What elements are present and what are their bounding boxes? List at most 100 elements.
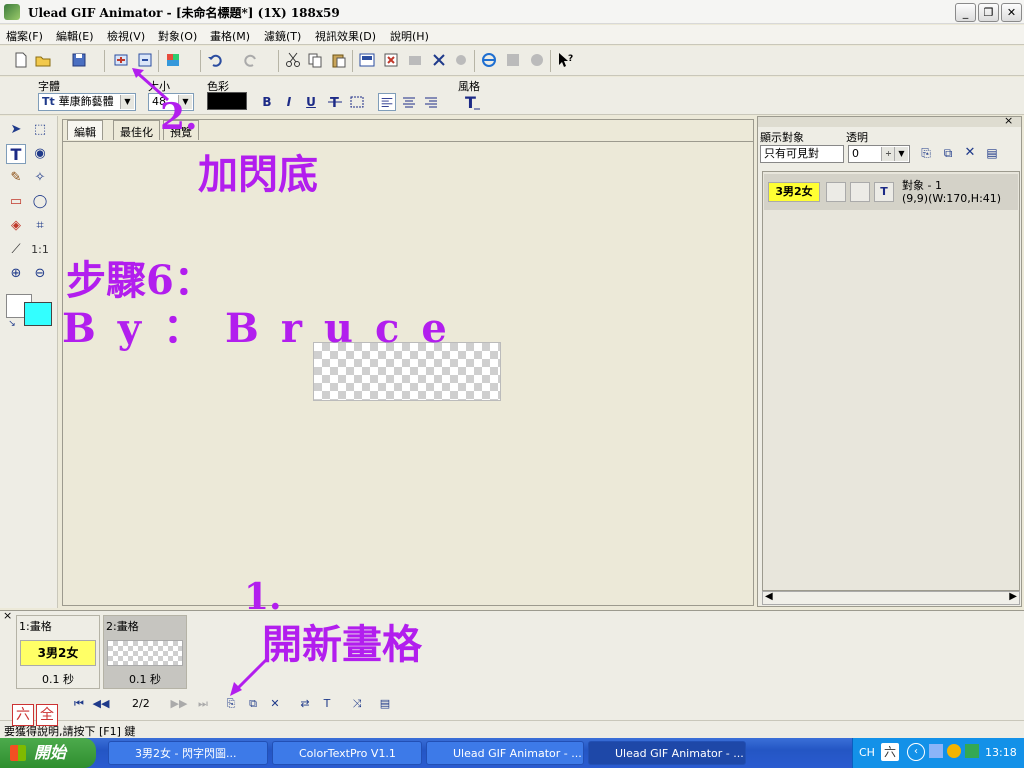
reverse-frames-icon[interactable]: ⤨ — [348, 695, 366, 713]
swap-colors-icon[interactable]: ↘ — [2, 314, 22, 334]
language-indicator[interactable]: CH — [859, 746, 875, 759]
pointer-tool-icon[interactable]: ➤ — [6, 120, 26, 140]
banner-text-icon[interactable]: T — [318, 695, 336, 713]
paste-icon[interactable] — [330, 51, 348, 69]
prev-frame-icon[interactable]: ◀◀ — [92, 695, 110, 713]
show-objects-label: 顯示對象 — [760, 131, 804, 144]
close-x-icon[interactable] — [430, 51, 448, 69]
chevron-left-icon[interactable]: ‹ — [907, 743, 925, 761]
frame-label: 1:畫格 — [19, 620, 52, 633]
delete-frame-icon[interactable] — [382, 51, 400, 69]
menu-effects[interactable]: 視訊效果(D) — [315, 28, 376, 44]
restore-button[interactable]: ❐ — [978, 3, 999, 22]
scroll-left-icon[interactable]: ◀ — [765, 591, 773, 602]
close-button[interactable]: ✕ — [1001, 3, 1022, 22]
close-icon[interactable]: × — [1004, 114, 1013, 127]
bold-button[interactable]: B — [258, 93, 276, 111]
save-icon[interactable] — [70, 51, 88, 69]
network-icon[interactable] — [929, 744, 943, 758]
text-color-swatch[interactable] — [207, 92, 247, 110]
task-button-3[interactable]: Ulead GIF Animator - ... — [426, 741, 584, 765]
minimize-button[interactable]: _ — [955, 3, 976, 22]
copy-icon[interactable] — [306, 51, 324, 69]
browser-preview-icon[interactable] — [480, 51, 498, 69]
fill-tool-icon[interactable]: ◈ — [6, 216, 26, 236]
start-button[interactable]: 開始 — [0, 738, 96, 768]
panel-header — [758, 117, 1021, 127]
duplicate-object-icon[interactable]: ⧉ — [938, 143, 958, 163]
task-button-1[interactable]: 3男2女 - 閃字閃圖... — [108, 741, 268, 765]
align-center-icon[interactable] — [400, 93, 418, 111]
brush-tool-icon[interactable]: ✎ — [6, 168, 26, 188]
cut-icon[interactable] — [284, 51, 302, 69]
align-left-icon[interactable] — [378, 93, 396, 111]
eraser-tool-icon[interactable]: ▭ — [6, 192, 26, 212]
menu-file[interactable]: 檔案(F) — [6, 28, 43, 44]
transform-tool-icon[interactable]: ◉ — [30, 144, 50, 164]
eyedropper-tool-icon[interactable]: ⟋ — [6, 240, 26, 260]
lasso-tool-icon[interactable]: ◯ — [30, 192, 50, 212]
underline-button[interactable]: U — [302, 93, 320, 111]
italic-button[interactable]: I — [280, 93, 298, 111]
new-object-icon[interactable]: ⎘ — [916, 143, 936, 163]
frame-thumb-1[interactable]: 1:畫格 3男2女 0.1 秒 — [16, 615, 100, 689]
frame-delay: 0.1 秒 — [129, 673, 161, 686]
ime-mode-2[interactable]: 全 — [36, 704, 58, 726]
menu-view[interactable]: 檢視(V) — [107, 28, 145, 44]
marquee-tool-icon[interactable]: ⬚ — [30, 120, 50, 140]
clock: 13:18 — [985, 746, 1017, 759]
align-right-icon[interactable] — [422, 93, 440, 111]
object-list[interactable]: 3男2女 T 對象 - 1 (9,9)(W:170,H:41) — [762, 171, 1020, 591]
horizontal-scrollbar[interactable]: ◀ ▶ — [762, 591, 1020, 605]
chevron-down-icon[interactable]: ▼ — [894, 147, 908, 161]
delete-object-icon[interactable]: ✕ — [960, 143, 980, 163]
background-color-swatch[interactable] — [24, 302, 52, 326]
task-button-2[interactable]: ColorTextPro V1.1 — [272, 741, 422, 765]
frame-panel: × 1:畫格 3男2女 0.1 秒 2:畫格 0.1 秒 ⏮ ◀◀ 2/2 ▶▶… — [0, 609, 1024, 720]
tween-icon[interactable]: ⇄ — [296, 695, 314, 713]
menu-frame[interactable]: 畫格(M) — [210, 28, 250, 44]
font-value: 華康飾藝體 — [58, 95, 114, 108]
magic-wand-tool-icon[interactable]: ✧ — [30, 168, 50, 188]
annotation-step1-text: 開新畫格 — [262, 621, 422, 668]
menu-filter[interactable]: 濾鏡(T) — [264, 28, 301, 44]
undo-icon[interactable] — [206, 51, 224, 69]
open-folder-icon[interactable] — [34, 51, 52, 69]
menu-edit[interactable]: 編輯(E) — [56, 28, 94, 44]
frame-thumb-2[interactable]: 2:畫格 0.1 秒 — [103, 615, 187, 689]
object-props-icon[interactable]: ▤ — [982, 143, 1002, 163]
stepper-icon[interactable]: ÷ — [881, 147, 895, 161]
list-item[interactable]: 3男2女 T 對象 - 1 (9,9)(W:170,H:41) — [764, 174, 1018, 210]
crop-tool-icon[interactable]: ⌗ — [30, 216, 50, 236]
strikethrough-icon[interactable]: T — [326, 93, 344, 111]
zoom-out-icon[interactable]: ⊖ — [30, 264, 50, 284]
frame-props-icon[interactable]: ▤ — [376, 695, 394, 713]
outline-text-icon[interactable] — [348, 93, 366, 111]
help-pointer-icon[interactable]: ? — [556, 51, 574, 69]
frame-props-icon[interactable] — [358, 51, 376, 69]
app-icon[interactable] — [4, 4, 20, 20]
menu-help[interactable]: 說明(H) — [390, 28, 429, 44]
close-icon[interactable]: × — [3, 609, 12, 622]
next-frame-icon: ▶▶ — [170, 697, 188, 710]
new-file-icon[interactable] — [12, 51, 30, 69]
ime-indicator[interactable]: 六 — [881, 743, 899, 761]
first-frame-icon[interactable]: ⏮ — [70, 695, 88, 713]
messenger-icon[interactable] — [965, 744, 979, 758]
menu-object[interactable]: 對象(O) — [158, 28, 197, 44]
object-manager-panel: × 顯示對象 透明 只有可見對 0 ÷ ▼ ⎘ ⧉ ✕ ▤ 3男2女 T 對象 … — [757, 114, 1022, 607]
text-tool-icon[interactable]: T — [6, 144, 26, 164]
actual-size-icon[interactable]: 1:1 — [30, 240, 50, 260]
scroll-right-icon[interactable]: ▶ — [1009, 591, 1017, 602]
text-style-icon[interactable]: T — [462, 92, 482, 112]
ime-mode-1[interactable]: 六 — [12, 704, 34, 726]
opacity-input[interactable]: 0 ÷ ▼ — [848, 145, 910, 163]
show-objects-select[interactable]: 只有可見對 — [760, 145, 844, 163]
security-icon[interactable] — [947, 744, 961, 758]
zoom-in-icon[interactable]: ⊕ — [6, 264, 26, 284]
canvas-area[interactable] — [63, 141, 753, 605]
task-button-4[interactable]: Ulead GIF Animator - ... — [588, 741, 746, 765]
tab-optimize[interactable]: 最佳化 — [113, 120, 160, 140]
tab-edit[interactable]: 編輯 — [67, 120, 103, 140]
font-select[interactable]: Tt 華康飾藝體 ▼ — [38, 93, 136, 111]
